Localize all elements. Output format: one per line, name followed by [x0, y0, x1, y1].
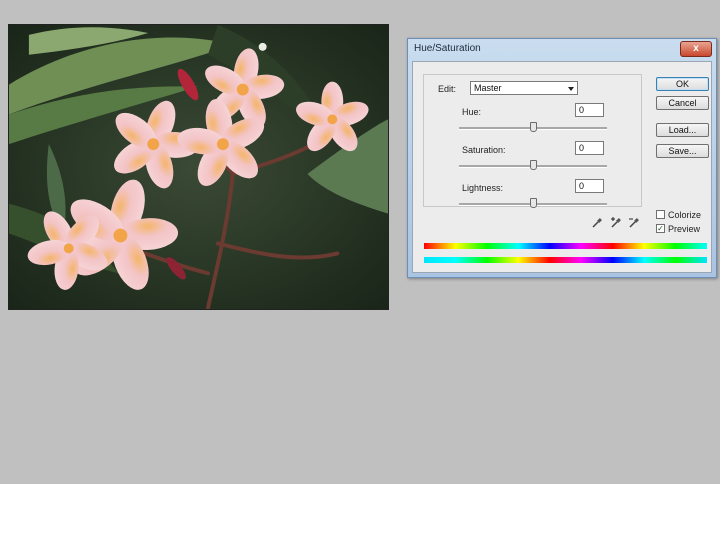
ok-button[interactable]: OK — [656, 77, 709, 91]
hue-input-value: 0 — [579, 105, 585, 115]
dialog-title: Hue/Saturation — [414, 43, 481, 54]
page-footer-blank — [0, 484, 720, 540]
hue-slider-track[interactable] — [459, 122, 607, 132]
lightness-input[interactable]: 0 — [575, 179, 604, 193]
preview-label: Preview — [668, 224, 701, 234]
preview-checkbox[interactable]: ✓ — [656, 224, 665, 233]
hue-input[interactable]: 0 — [575, 103, 604, 117]
saturation-input-value: 0 — [579, 143, 585, 153]
lightness-slider-track[interactable] — [459, 198, 607, 208]
hue-row: Hue: 0 — [424, 103, 643, 143]
colorize-checkbox[interactable] — [656, 210, 665, 219]
lightness-row: Lightness: 0 — [424, 179, 643, 219]
save-button[interactable]: Save... — [656, 144, 709, 158]
preview-row[interactable]: ✓ Preview — [656, 223, 716, 235]
eyedropper-minus-icon[interactable] — [628, 217, 640, 229]
eyedropper-icon[interactable] — [591, 217, 603, 229]
close-icon: x — [693, 43, 699, 54]
plumeria-photo — [9, 25, 388, 309]
chevron-down-icon — [568, 87, 574, 91]
cancel-button[interactable]: Cancel — [656, 96, 709, 110]
saturation-slider-thumb[interactable] — [530, 160, 537, 170]
eyedropper-plus-icon[interactable] — [610, 217, 622, 229]
workspace-canvas: Hue/Saturation x Edit: Master Hue: 0 Sat… — [0, 0, 720, 484]
hue-saturation-dialog: Hue/Saturation x Edit: Master Hue: 0 Sat… — [407, 38, 717, 278]
dialog-titlebar[interactable]: Hue/Saturation x — [408, 39, 716, 59]
edit-row: Edit: Master — [438, 81, 588, 97]
output-color-spectrum — [424, 257, 707, 263]
saturation-row: Saturation: 0 — [424, 141, 643, 181]
photo-image — [8, 24, 389, 310]
dialog-client-area: Edit: Master Hue: 0 Saturation: 0 Lightn… — [412, 61, 712, 273]
lightness-label: Lightness: — [462, 183, 504, 193]
edit-label: Edit: — [438, 84, 457, 94]
hue-label: Hue: — [462, 107, 482, 117]
colorize-row[interactable]: Colorize — [656, 209, 716, 221]
edit-select-value: Master — [474, 83, 502, 93]
lightness-input-value: 0 — [579, 181, 585, 191]
edit-select[interactable]: Master — [470, 81, 578, 95]
saturation-slider-track[interactable] — [459, 160, 607, 170]
lightness-slider-thumb[interactable] — [530, 198, 537, 208]
saturation-label: Saturation: — [462, 145, 506, 155]
adjustment-group: Edit: Master Hue: 0 Saturation: 0 Lightn… — [423, 74, 643, 208]
colorize-label: Colorize — [668, 210, 702, 220]
load-button[interactable]: Load... — [656, 123, 709, 137]
input-color-spectrum — [424, 243, 707, 249]
close-button[interactable]: x — [680, 41, 712, 57]
hue-slider-thumb[interactable] — [530, 122, 537, 132]
saturation-input[interactable]: 0 — [575, 141, 604, 155]
